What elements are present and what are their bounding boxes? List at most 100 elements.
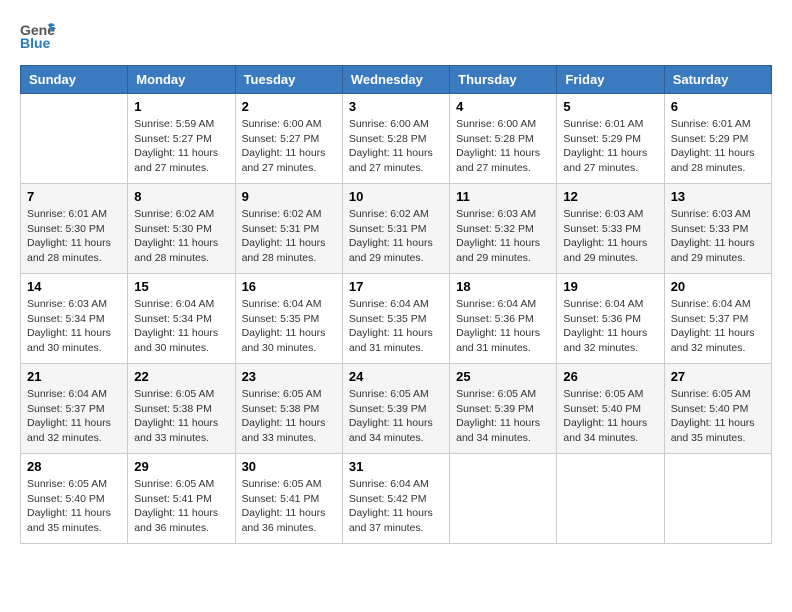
calendar-cell: 19 Sunrise: 6:04 AM Sunset: 5:36 PM Dayli… (557, 274, 664, 364)
day-number: 7 (27, 189, 121, 204)
day-info: Sunrise: 6:04 AM Sunset: 5:42 PM Dayligh… (349, 477, 443, 536)
calendar-cell: 31 Sunrise: 6:04 AM Sunset: 5:42 PM Dayli… (342, 454, 449, 544)
page-header: General Blue (20, 20, 772, 55)
day-info: Sunrise: 6:01 AM Sunset: 5:29 PM Dayligh… (671, 117, 765, 176)
calendar-cell: 29Sunrise: 6:05 AM Sunset: 5:41 PM Dayli… (128, 454, 235, 544)
day-info: Sunrise: 6:05 AM Sunset: 5:41 PM Dayligh… (242, 477, 336, 536)
day-number: 12 (563, 189, 657, 204)
calendar-week-row: 7 Sunrise: 6:01 AM Sunset: 5:30 PM Daylig… (21, 184, 772, 274)
day-info: Sunrise: 6:00 AM Sunset: 5:28 PM Dayligh… (349, 117, 443, 176)
day-number: 10 (349, 189, 443, 204)
day-info: Sunrise: 6:05 AM Sunset: 5:38 PM Dayligh… (134, 387, 228, 446)
day-info: Sunrise: 6:04 AM Sunset: 5:36 PM Dayligh… (456, 297, 550, 356)
day-info: Sunrise: 6:04 AM Sunset: 5:35 PM Dayligh… (242, 297, 336, 356)
calendar-cell: 8 Sunrise: 6:02 AM Sunset: 5:30 PM Daylig… (128, 184, 235, 274)
calendar-cell: 12 Sunrise: 6:03 AM Sunset: 5:33 PM Dayli… (557, 184, 664, 274)
day-number: 22 (134, 369, 228, 384)
calendar-cell: 6Sunrise: 6:01 AM Sunset: 5:29 PM Daylig… (664, 94, 771, 184)
day-of-week-header: Monday (128, 66, 235, 94)
calendar-cell: 7 Sunrise: 6:01 AM Sunset: 5:30 PM Daylig… (21, 184, 128, 274)
day-number: 15 (134, 279, 228, 294)
day-number: 18 (456, 279, 550, 294)
day-of-week-header: Wednesday (342, 66, 449, 94)
day-info: Sunrise: 6:01 AM Sunset: 5:30 PM Dayligh… (27, 207, 121, 266)
day-number: 13 (671, 189, 765, 204)
day-info: Sunrise: 6:04 AM Sunset: 5:37 PM Dayligh… (671, 297, 765, 356)
calendar-cell (21, 94, 128, 184)
day-info: Sunrise: 6:04 AM Sunset: 5:35 PM Dayligh… (349, 297, 443, 356)
day-number: 9 (242, 189, 336, 204)
calendar-cell: 25Sunrise: 6:05 AM Sunset: 5:39 PM Dayli… (450, 364, 557, 454)
day-of-week-header: Saturday (664, 66, 771, 94)
day-number: 19 (563, 279, 657, 294)
day-info: Sunrise: 6:03 AM Sunset: 5:33 PM Dayligh… (671, 207, 765, 266)
calendar-cell: 16Sunrise: 6:04 AM Sunset: 5:35 PM Dayli… (235, 274, 342, 364)
calendar-cell: 15 Sunrise: 6:04 AM Sunset: 5:34 PM Dayli… (128, 274, 235, 364)
logo-icon: General Blue (20, 20, 56, 50)
day-info: Sunrise: 6:04 AM Sunset: 5:37 PM Dayligh… (27, 387, 121, 446)
calendar-cell: 13 Sunrise: 6:03 AM Sunset: 5:33 PM Dayli… (664, 184, 771, 274)
day-number: 24 (349, 369, 443, 384)
day-number: 1 (134, 99, 228, 114)
calendar-cell (664, 454, 771, 544)
calendar-cell: 26Sunrise: 6:05 AM Sunset: 5:40 PM Dayli… (557, 364, 664, 454)
day-info: Sunrise: 6:05 AM Sunset: 5:41 PM Dayligh… (134, 477, 228, 536)
day-info: Sunrise: 6:02 AM Sunset: 5:31 PM Dayligh… (242, 207, 336, 266)
calendar-cell (450, 454, 557, 544)
day-number: 8 (134, 189, 228, 204)
calendar-cell: 28 Sunrise: 6:05 AM Sunset: 5:40 PM Dayli… (21, 454, 128, 544)
day-info: Sunrise: 6:04 AM Sunset: 5:36 PM Dayligh… (563, 297, 657, 356)
day-number: 4 (456, 99, 550, 114)
day-number: 3 (349, 99, 443, 114)
calendar-cell: 27 Sunrise: 6:05 AM Sunset: 5:40 PM Dayli… (664, 364, 771, 454)
calendar-cell: 9 Sunrise: 6:02 AM Sunset: 5:31 PM Daylig… (235, 184, 342, 274)
calendar-cell: 14 Sunrise: 6:03 AM Sunset: 5:34 PM Dayli… (21, 274, 128, 364)
day-number: 23 (242, 369, 336, 384)
day-info: Sunrise: 6:00 AM Sunset: 5:27 PM Dayligh… (242, 117, 336, 176)
day-info: Sunrise: 6:04 AM Sunset: 5:34 PM Dayligh… (134, 297, 228, 356)
day-number: 11 (456, 189, 550, 204)
day-info: Sunrise: 5:59 AM Sunset: 5:27 PM Dayligh… (134, 117, 228, 176)
calendar-cell: 17 Sunrise: 6:04 AM Sunset: 5:35 PM Dayli… (342, 274, 449, 364)
calendar-cell: 24 Sunrise: 6:05 AM Sunset: 5:39 PM Dayli… (342, 364, 449, 454)
calendar-table: SundayMondayTuesdayWednesdayThursdayFrid… (20, 65, 772, 544)
day-info: Sunrise: 6:02 AM Sunset: 5:30 PM Dayligh… (134, 207, 228, 266)
days-of-week-header: SundayMondayTuesdayWednesdayThursdayFrid… (21, 66, 772, 94)
day-info: Sunrise: 6:05 AM Sunset: 5:40 PM Dayligh… (671, 387, 765, 446)
day-info: Sunrise: 6:05 AM Sunset: 5:40 PM Dayligh… (563, 387, 657, 446)
day-number: 2 (242, 99, 336, 114)
day-number: 27 (671, 369, 765, 384)
day-of-week-header: Tuesday (235, 66, 342, 94)
calendar-cell: 2 Sunrise: 6:00 AM Sunset: 5:27 PM Daylig… (235, 94, 342, 184)
calendar-week-row: 28 Sunrise: 6:05 AM Sunset: 5:40 PM Dayli… (21, 454, 772, 544)
day-number: 28 (27, 459, 121, 474)
calendar-cell: 18 Sunrise: 6:04 AM Sunset: 5:36 PM Dayli… (450, 274, 557, 364)
day-number: 21 (27, 369, 121, 384)
day-info: Sunrise: 6:05 AM Sunset: 5:39 PM Dayligh… (349, 387, 443, 446)
day-of-week-header: Friday (557, 66, 664, 94)
day-info: Sunrise: 6:00 AM Sunset: 5:28 PM Dayligh… (456, 117, 550, 176)
day-info: Sunrise: 6:03 AM Sunset: 5:34 PM Dayligh… (27, 297, 121, 356)
logo: General Blue (20, 20, 56, 55)
day-info: Sunrise: 6:03 AM Sunset: 5:33 PM Dayligh… (563, 207, 657, 266)
day-number: 31 (349, 459, 443, 474)
calendar-cell: 21 Sunrise: 6:04 AM Sunset: 5:37 PM Dayli… (21, 364, 128, 454)
calendar-cell: 4 Sunrise: 6:00 AM Sunset: 5:28 PM Daylig… (450, 94, 557, 184)
day-number: 17 (349, 279, 443, 294)
calendar-cell (557, 454, 664, 544)
day-info: Sunrise: 6:05 AM Sunset: 5:40 PM Dayligh… (27, 477, 121, 536)
day-info: Sunrise: 6:05 AM Sunset: 5:38 PM Dayligh… (242, 387, 336, 446)
calendar-week-row: 1 Sunrise: 5:59 AM Sunset: 5:27 PM Daylig… (21, 94, 772, 184)
calendar-week-row: 21 Sunrise: 6:04 AM Sunset: 5:37 PM Dayli… (21, 364, 772, 454)
svg-text:Blue: Blue (20, 35, 51, 50)
day-of-week-header: Thursday (450, 66, 557, 94)
calendar-cell: 20 Sunrise: 6:04 AM Sunset: 5:37 PM Dayli… (664, 274, 771, 364)
calendar-cell: 23 Sunrise: 6:05 AM Sunset: 5:38 PM Dayli… (235, 364, 342, 454)
calendar-week-row: 14 Sunrise: 6:03 AM Sunset: 5:34 PM Dayli… (21, 274, 772, 364)
calendar-cell: 22 Sunrise: 6:05 AM Sunset: 5:38 PM Dayli… (128, 364, 235, 454)
day-number: 14 (27, 279, 121, 294)
calendar-cell: 10Sunrise: 6:02 AM Sunset: 5:31 PM Dayli… (342, 184, 449, 274)
day-number: 20 (671, 279, 765, 294)
day-info: Sunrise: 6:05 AM Sunset: 5:39 PM Dayligh… (456, 387, 550, 446)
day-number: 30 (242, 459, 336, 474)
